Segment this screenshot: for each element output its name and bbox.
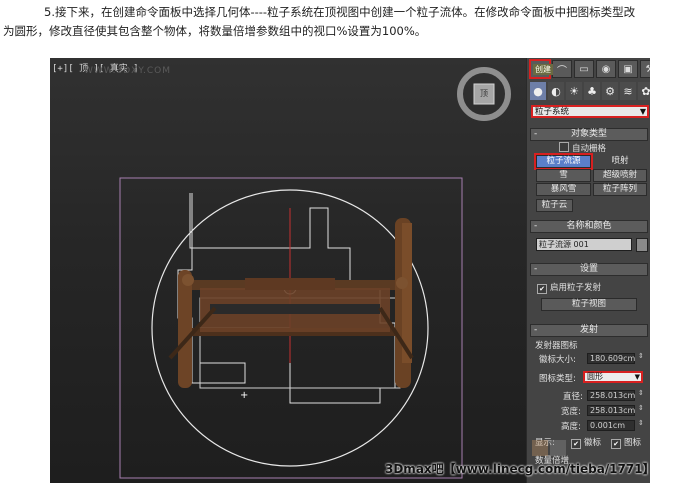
command-panel: ✳创建 ⌒ ▭ ◉ ▣ ⚒ ● ◐ ☀ ♣ ⚙ ≋ ✿ 粒子系统 ▼ - 对象类… <box>526 58 650 483</box>
modify-tab[interactable]: ⌒ <box>552 60 572 78</box>
object-type-title: 对象类型 <box>570 129 607 139</box>
object-color-swatch[interactable] <box>636 238 648 252</box>
check-icon: ✔ <box>611 439 621 449</box>
emitter-icon-group-label: 发射器图标 <box>535 341 578 351</box>
auto-grid-check-icon <box>559 142 569 152</box>
category-dropdown[interactable]: 粒子系统 ▼ <box>531 105 649 118</box>
spinner-icon[interactable]: ⇕ <box>638 389 644 397</box>
chevron-down-icon: ▼ <box>634 373 640 381</box>
spacewarps-icon[interactable]: ≋ <box>620 82 636 100</box>
diameter-label: 直径: <box>563 392 583 402</box>
category-dropdown-value: 粒子系统 <box>535 107 570 117</box>
check-icon: ✔ <box>537 284 547 294</box>
helpers-icon[interactable]: ⚙ <box>602 82 618 100</box>
systems-icon[interactable]: ✿ <box>638 82 650 100</box>
spinner-icon[interactable]: ⇕ <box>638 352 644 360</box>
svg-text:+: + <box>240 390 248 401</box>
width-field[interactable]: 258.013cm <box>587 405 635 416</box>
icon-type-value: 圆形 <box>587 372 603 381</box>
display-icon-label: 图标 <box>624 438 642 448</box>
height-label: 高度: <box>561 422 581 432</box>
lights-icon[interactable]: ☀ <box>566 82 582 100</box>
setup-rollout[interactable]: - 设置 <box>530 263 648 276</box>
geometry-icon[interactable]: ● <box>530 82 546 100</box>
diameter-field[interactable]: 258.013cm <box>587 390 635 401</box>
name-color-title: 名称和颜色 <box>566 221 612 231</box>
site-watermark: WWW.3DXY.COM <box>84 66 172 76</box>
display-tab[interactable]: ▣ <box>618 60 638 78</box>
height-field[interactable]: 0.001cm <box>587 420 635 431</box>
collapse-icon: - <box>534 264 538 274</box>
enable-emission-checkbox[interactable]: ✔ 启用粒子发射 <box>537 281 601 294</box>
enable-emission-label: 启用粒子发射 <box>550 283 602 293</box>
parray-button[interactable]: 粒子阵列 <box>593 183 647 196</box>
viewcube-label[interactable]: 顶 <box>477 87 491 101</box>
create-tab-tooltip: 创建 <box>533 64 553 75</box>
logo-size-field[interactable]: 180.609cm <box>587 353 635 364</box>
spinner-icon[interactable]: ⇕ <box>638 419 644 427</box>
instruction-text: 5.接下来，在创建命令面板中选择几何体----粒子系统在顶视图中创建一个粒子流体… <box>0 0 697 50</box>
icon-type-label: 图标类型: <box>539 374 576 384</box>
instruction-line-2: 为圆形，修改直径使其包含整个物体，将数量倍增参数组中的视口%设置为100%。 <box>3 24 427 38</box>
motion-tab[interactable]: ◉ <box>596 60 616 78</box>
footer-watermark: 3Dmax吧【www.linecg.com/tieba/1771】 <box>385 462 655 476</box>
instruction-line-1: 5.接下来，在创建命令面板中选择几何体----粒子系统在顶视图中创建一个粒子流体… <box>44 5 636 19</box>
cameras-icon[interactable]: ♣ <box>584 82 600 100</box>
display-icon-checkbox[interactable]: ✔ 图标 <box>611 436 641 449</box>
icon-type-dropdown[interactable]: 圆形 ▼ <box>583 371 643 383</box>
super-spray-button[interactable]: 超级喷射 <box>593 169 647 182</box>
particle-view-button[interactable]: 粒子视图 <box>541 298 637 311</box>
object-name-field[interactable]: 粒子流源 001 <box>536 238 632 251</box>
auto-grid-checkbox[interactable]: 自动栅格 <box>559 142 606 154</box>
width-label: 宽度: <box>561 407 581 417</box>
pcloud-button[interactable]: 粒子云 <box>536 199 573 212</box>
viewport-scene: + <box>119 67 511 479</box>
spinner-icon[interactable]: ⇕ <box>638 404 644 412</box>
site-logo-icon <box>532 440 566 456</box>
create-tab[interactable]: ✳创建 <box>529 59 553 79</box>
collapse-icon: - <box>534 325 538 335</box>
top-viewport[interactable]: + [+][ 顶 ][ 真实 ] WWW.3DXY.COM 顶 <box>50 58 528 483</box>
display-logo-label: 徽标 <box>584 438 602 448</box>
collapse-icon: - <box>534 221 538 231</box>
max-screenshot: + [+][ 顶 ][ 真实 ] WWW.3DXY.COM 顶 ✳创建 ⌒ ▭ … <box>50 58 650 483</box>
snow-button[interactable]: 雪 <box>536 169 591 182</box>
collapse-icon: - <box>534 129 538 139</box>
emission-rollout[interactable]: - 发射 <box>530 324 648 337</box>
emission-title: 发射 <box>579 325 598 335</box>
category-icons: ● ◐ ☀ ♣ ⚙ ≋ ✿ <box>530 82 650 102</box>
utilities-tab[interactable]: ⚒ <box>640 60 650 78</box>
display-logo-checkbox[interactable]: ✔ 徽标 <box>571 436 601 449</box>
setup-title: 设置 <box>579 264 598 274</box>
check-icon: ✔ <box>571 439 581 449</box>
logo-size-label: 徽标大小: <box>539 355 576 365</box>
name-color-rollout[interactable]: - 名称和颜色 <box>530 220 648 233</box>
object-type-rollout[interactable]: - 对象类型 <box>530 128 648 141</box>
shapes-icon[interactable]: ◐ <box>548 82 564 100</box>
hierarchy-tab[interactable]: ▭ <box>574 60 594 78</box>
pf-source-button[interactable]: 粒子流源 <box>534 153 593 170</box>
blizzard-button[interactable]: 暴风雪 <box>536 183 591 196</box>
chevron-down-icon: ▼ <box>639 107 646 116</box>
auto-grid-label: 自动栅格 <box>572 144 607 154</box>
spray-button[interactable]: 喷射 <box>593 155 647 168</box>
command-panel-tabs: ✳创建 ⌒ ▭ ◉ ▣ ⚒ <box>529 59 650 80</box>
